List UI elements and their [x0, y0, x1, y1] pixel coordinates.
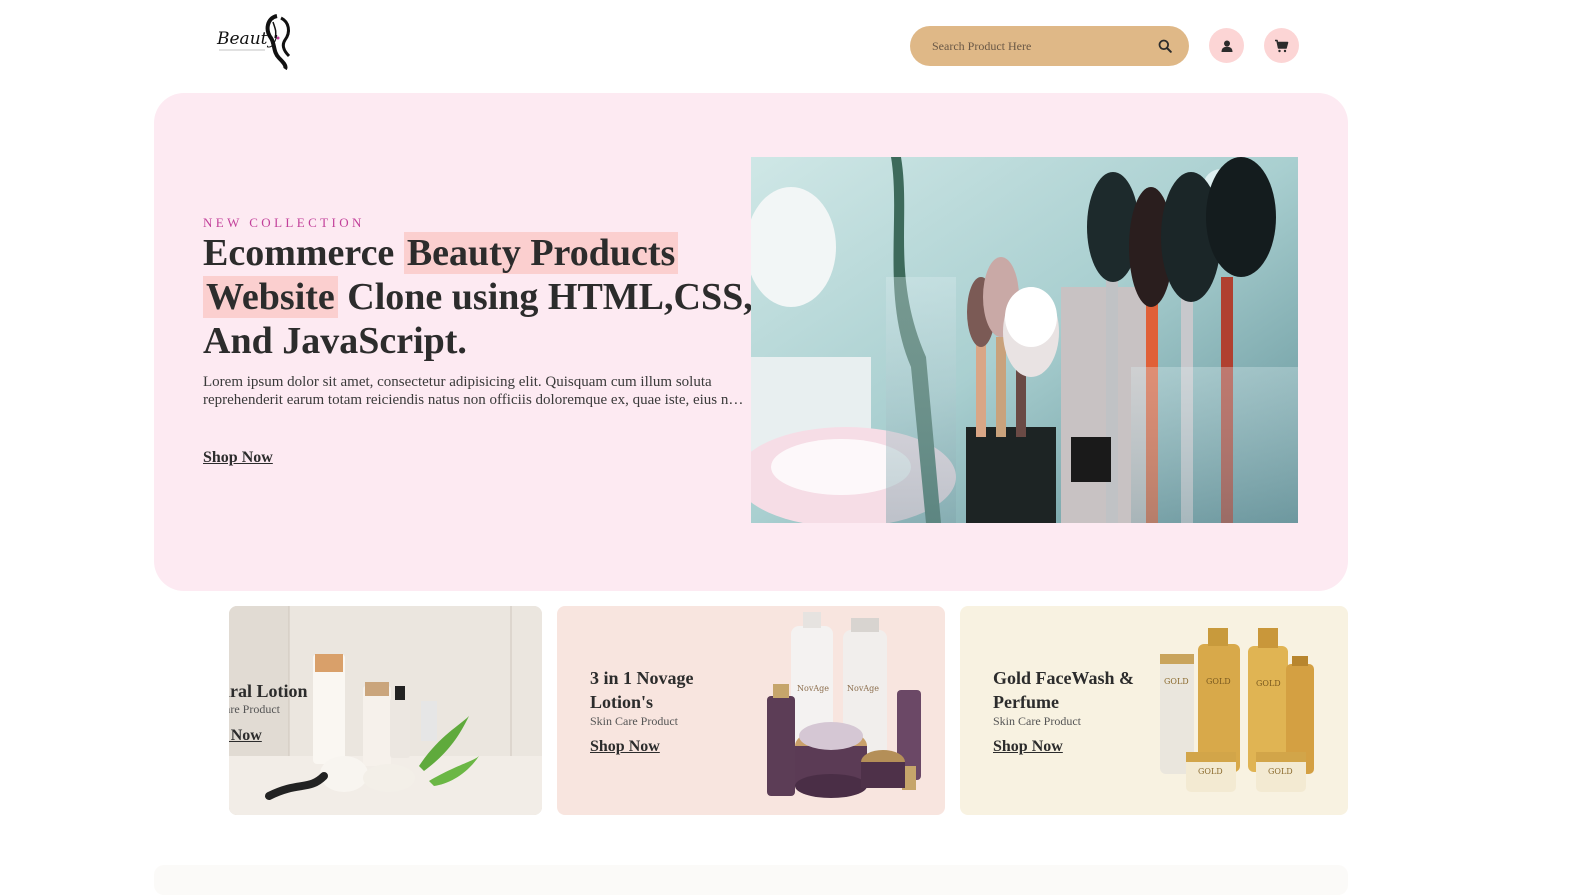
hero-shop-now-link[interactable]: Shop Now: [203, 449, 273, 467]
card-shop-now-link[interactable]: Shop Now: [229, 727, 262, 745]
product-card-novage-lotion[interactable]: 3 in 1 Novage Lotion's Skin Care Product…: [557, 606, 945, 815]
card-title: Natural Lotion: [229, 681, 308, 701]
gold-products-image: GOLD GOLD GOLD GOLD GOLD: [1160, 628, 1314, 792]
product-card-gold-facewash[interactable]: Gold FaceWash & Perfume Skin Care Produc…: [960, 606, 1348, 815]
cart-icon: [1275, 39, 1289, 52]
headline-text-1: Ecommerce: [203, 232, 404, 274]
svg-text:GOLD: GOLD: [1164, 677, 1189, 686]
search-icon[interactable]: [1157, 38, 1173, 54]
svg-text:GOLD: GOLD: [1268, 767, 1293, 776]
search-input[interactable]: [930, 37, 1157, 55]
card-shop-now-link[interactable]: Shop Now: [993, 738, 1063, 756]
card-subtitle: Skin Care Product: [993, 714, 1081, 728]
cart-button[interactable]: [1264, 28, 1299, 63]
card-title: 3 in 1 Novage Lotion's: [590, 668, 694, 712]
account-button[interactable]: [1209, 28, 1244, 63]
novage-products-image: NovAge NovAge: [767, 612, 921, 798]
hero-description: Lorem ipsum dolor sit amet, consectetur …: [203, 373, 748, 409]
svg-text:GOLD: GOLD: [1198, 767, 1223, 776]
svg-text:GOLD: GOLD: [1256, 679, 1281, 688]
hero-image-makeup-brushes: [751, 157, 1298, 523]
hero-banner: NEW COLLECTION Ecommerce Beauty Products…: [154, 93, 1348, 591]
svg-text:NovAge: NovAge: [847, 684, 879, 693]
svg-text:NovAge: NovAge: [797, 684, 829, 693]
card-subtitle: Skin Care Product: [229, 702, 280, 716]
hero-eyebrow: NEW COLLECTION: [203, 215, 365, 230]
card-title: Gold FaceWash & Perfume: [993, 668, 1135, 712]
hero-description-line-2: reprehenderit earum totam reiciendis nat…: [203, 392, 748, 408]
svg-text:Beauty: Beauty: [216, 29, 277, 49]
hero-headline: Ecommerce Beauty Products Website Clone …: [203, 231, 763, 363]
svg-text:GOLD: GOLD: [1206, 677, 1231, 686]
product-card-natural-lotion[interactable]: Natural Lotion Skin Care Product Shop No…: [229, 606, 542, 815]
next-section-edge: [154, 865, 1348, 895]
headline-highlight-2: Website: [203, 276, 338, 318]
card-subtitle: Skin Care Product: [590, 714, 678, 728]
card-shop-now-link[interactable]: Shop Now: [590, 738, 660, 756]
brand-logo[interactable]: Beauty: [215, 12, 299, 71]
user-icon: [1221, 40, 1232, 52]
hero-description-line-1: Lorem ipsum dolor sit amet, consectetur …: [203, 374, 712, 390]
headline-highlight-1: Beauty Products: [403, 232, 679, 274]
search-bar[interactable]: [910, 26, 1189, 66]
